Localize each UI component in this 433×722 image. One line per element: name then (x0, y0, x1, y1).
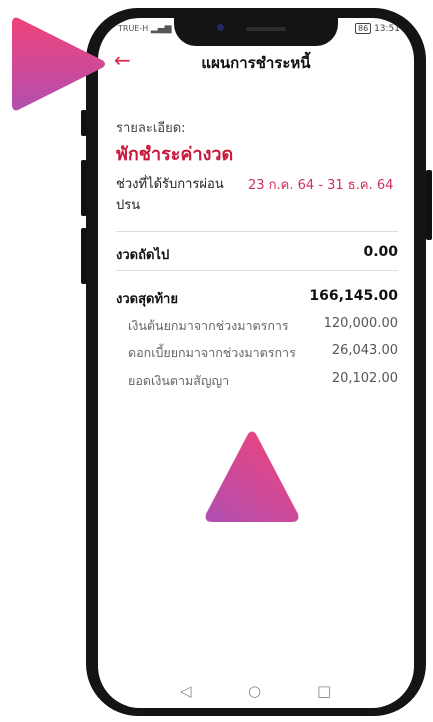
phone-volume-up-button (81, 160, 87, 216)
period-label: ช่วงที่ได้รับการผ่อนปรน (116, 177, 224, 213)
pointer-up-triangle-icon (205, 431, 299, 522)
last-installment-label: งวดสุดท้าย (116, 292, 178, 307)
interest-value: 26,043.00 (331, 343, 398, 358)
signal-icon: ▂▄▆ (150, 24, 172, 34)
phone-power-button (426, 170, 432, 240)
contract-amount-value: 20,102.00 (331, 371, 398, 386)
divider (116, 270, 398, 271)
battery-icon: 86 (355, 23, 372, 34)
status-bar-left: TRUE-H ▂▄▆ (118, 24, 172, 34)
notch (174, 18, 338, 46)
nav-recent-button[interactable]: □ (317, 682, 331, 700)
android-nav-bar: ◁ ○ □ (98, 682, 414, 706)
nav-home-button[interactable]: ○ (248, 682, 261, 700)
pointer-right-triangle-icon (12, 17, 105, 111)
principal-value: 120,000.00 (323, 316, 398, 331)
earpiece-speaker (246, 27, 286, 31)
principal-label: เงินต้นยกมาจากช่วงมาตรการ (128, 318, 289, 333)
phone-volume-down-button (81, 228, 87, 284)
front-camera (217, 24, 224, 31)
status-title: พักชำระค่างวด (116, 144, 234, 165)
nav-back-button[interactable]: ◁ (180, 682, 192, 700)
phone-screen: TRUE-H ▂▄▆ 86 13:51 ← แผนการชำระหนี้ ราย… (98, 18, 414, 708)
interest-label: ดอกเบี้ยยกมาจากช่วงมาตรการ (128, 345, 296, 360)
battery-level: 86 (358, 24, 369, 33)
page-title: แผนการชำระหนี้ (201, 54, 311, 72)
carrier-label: TRUE-H (118, 24, 149, 33)
status-bar-right: 86 13:51 (355, 23, 400, 34)
next-installment-label: งวดถัดไป (116, 248, 170, 263)
details-label: รายละเอียด: (116, 121, 186, 136)
contract-amount-label: ยอดเงินตามสัญญา (128, 373, 230, 388)
divider (116, 231, 398, 232)
last-installment-value: 166,145.00 (309, 288, 398, 304)
clock: 13:51 (374, 24, 400, 34)
next-installment-value: 0.00 (363, 244, 398, 260)
period-value: 23 ก.ค. 64 - 31 ธ.ค. 64 (248, 178, 394, 193)
